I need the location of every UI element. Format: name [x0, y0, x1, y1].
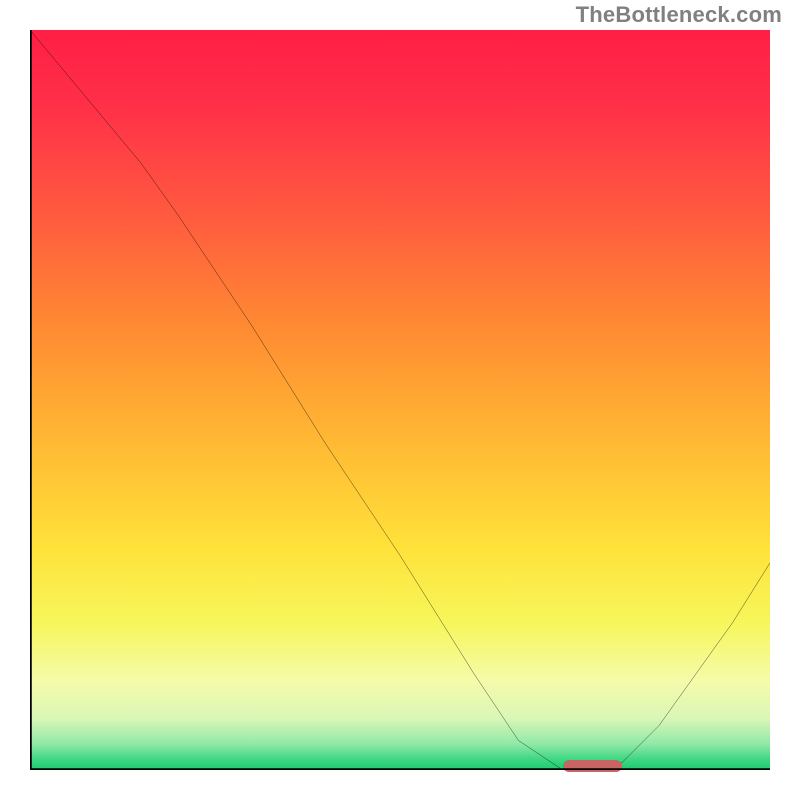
- chart-container: TheBottleneck.com: [0, 0, 800, 800]
- optimal-marker: [563, 760, 622, 772]
- plot-area: [30, 30, 770, 770]
- watermark-text: TheBottleneck.com: [576, 2, 782, 28]
- background-gradient: [30, 30, 770, 770]
